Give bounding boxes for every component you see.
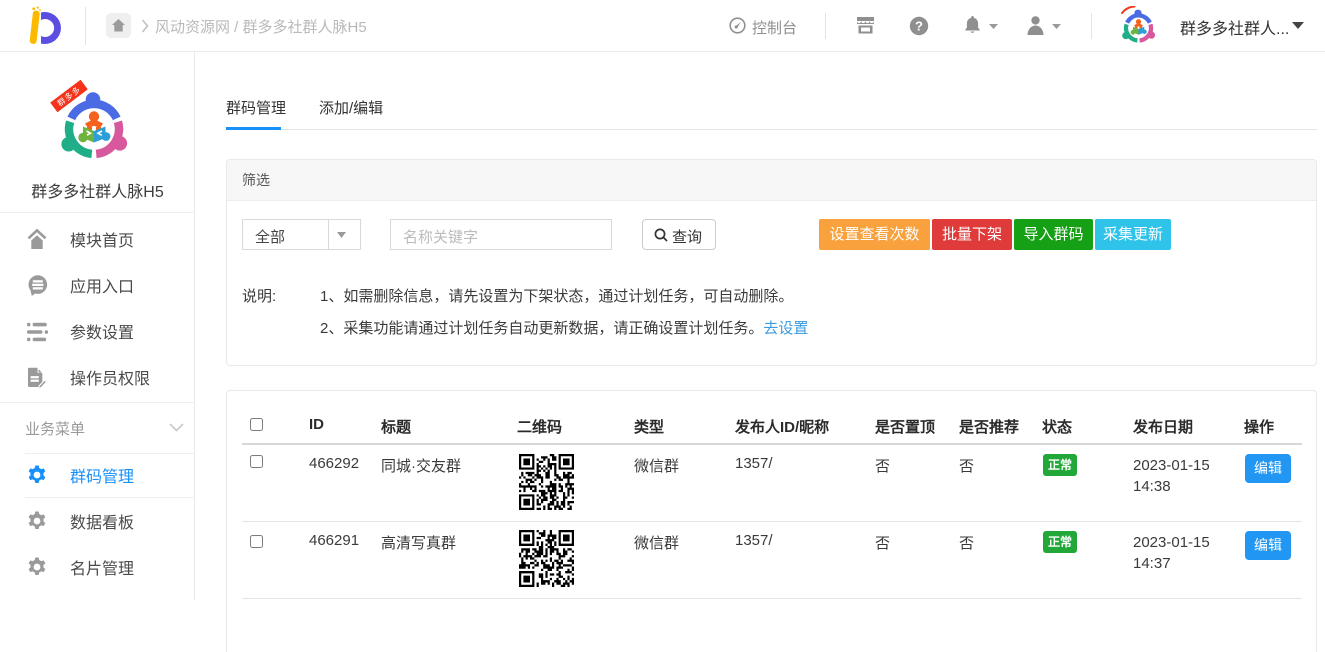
svg-text:?: ? <box>915 19 923 34</box>
